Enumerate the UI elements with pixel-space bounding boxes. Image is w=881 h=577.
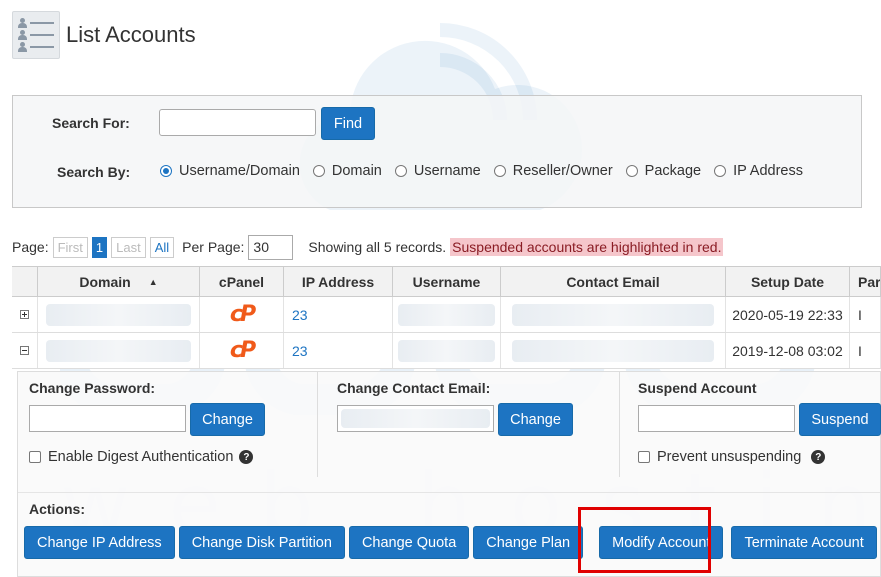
- suspend-button[interactable]: Suspend: [799, 403, 881, 436]
- search-panel: Search For: Find Search By: Username/Dom…: [12, 95, 862, 208]
- radio-domain[interactable]: Domain: [312, 163, 382, 179]
- column-header-ip-address[interactable]: IP Address: [284, 267, 393, 296]
- change-password-button[interactable]: Change: [190, 403, 265, 436]
- current-page-button[interactable]: 1: [91, 236, 108, 258]
- prevent-unsuspending-option[interactable]: Prevent unsuspending ?: [638, 449, 826, 465]
- radio-icon[interactable]: [714, 165, 727, 177]
- expand-row-icon[interactable]: [20, 310, 29, 319]
- ip-address-cell[interactable]: 23: [284, 297, 393, 332]
- digest-auth-option[interactable]: Enable Digest Authentication ?: [29, 449, 254, 465]
- column-header-username[interactable]: Username: [393, 267, 501, 296]
- digest-auth-checkbox[interactable]: [29, 451, 41, 463]
- table-row: cP 23 2019-12-08 03:02 I: [12, 333, 881, 369]
- username-cell-redacted: [398, 339, 495, 362]
- partition-cell: I: [850, 333, 881, 368]
- suspended-note: Suspended accounts are highlighted in re…: [450, 238, 724, 256]
- contact-email-input[interactable]: [337, 405, 494, 432]
- column-header-partition[interactable]: Par: [850, 267, 881, 296]
- domain-cell-redacted[interactable]: [46, 339, 191, 362]
- new-password-input[interactable]: [29, 405, 186, 432]
- radio-icon[interactable]: [312, 165, 325, 177]
- radio-icon[interactable]: [625, 165, 638, 177]
- cpanel-logo-icon[interactable]: cP: [230, 302, 256, 327]
- sort-ascending-icon: ▲: [148, 276, 158, 287]
- first-page-button[interactable]: First: [52, 236, 88, 258]
- table-row: cP 23 2020-05-19 22:33 I: [12, 297, 881, 333]
- per-page-label: Per Page:: [182, 239, 245, 255]
- actions-toolbar: Change IP Address Change Disk Partition …: [24, 526, 877, 559]
- records-count-text: Showing all 5 records.: [308, 239, 447, 255]
- page-header: List Accounts: [12, 10, 196, 60]
- radio-selected-icon[interactable]: [160, 165, 172, 177]
- column-header-contact-email[interactable]: Contact Email: [501, 267, 726, 296]
- all-pages-button[interactable]: All: [149, 236, 175, 258]
- change-ip-address-button[interactable]: Change IP Address: [24, 526, 175, 559]
- setup-date-cell: 2019-12-08 03:02: [726, 333, 850, 368]
- change-email-button[interactable]: Change: [498, 403, 573, 436]
- suspend-reason-input[interactable]: [638, 405, 795, 432]
- cpanel-logo-icon[interactable]: cP: [230, 338, 256, 363]
- radio-reseller-owner[interactable]: Reseller/Owner: [493, 163, 613, 179]
- page-label: Page:: [12, 239, 49, 255]
- change-disk-partition-button[interactable]: Change Disk Partition: [178, 526, 345, 559]
- search-for-label: Search For:: [52, 115, 130, 131]
- page-title: List Accounts: [66, 22, 196, 47]
- terminate-account-button[interactable]: Terminate Account: [731, 526, 877, 559]
- suspend-account-label: Suspend Account: [638, 380, 757, 396]
- change-password-label: Change Password:: [29, 380, 156, 396]
- email-value-redacted: [341, 409, 490, 428]
- change-plan-button[interactable]: Change Plan: [473, 526, 584, 559]
- search-input[interactable]: [159, 109, 316, 136]
- column-header-domain[interactable]: Domain ▲: [38, 267, 200, 296]
- actions-label: Actions:: [29, 501, 85, 517]
- change-quota-button[interactable]: Change Quota: [348, 526, 470, 559]
- domain-cell-redacted[interactable]: [46, 303, 191, 326]
- account-actions-panel: Change Password: Change Enable Digest Au…: [17, 371, 881, 577]
- radio-package[interactable]: Package: [625, 163, 701, 179]
- ip-address-cell[interactable]: 23: [284, 333, 393, 368]
- radio-icon[interactable]: [394, 165, 407, 177]
- last-page-button[interactable]: Last: [111, 236, 146, 258]
- accounts-table: Domain ▲ cPanel IP Address Username Conta…: [12, 266, 881, 369]
- column-header-setup-date[interactable]: Setup Date: [726, 267, 850, 296]
- pagination-bar: Page: First 1 Last All Per Page: 30 Show…: [12, 234, 724, 260]
- change-email-label: Change Contact Email:: [337, 380, 491, 396]
- radio-icon[interactable]: [493, 165, 506, 177]
- modify-account-highlight: [578, 507, 711, 573]
- radio-username-domain[interactable]: Username/Domain: [160, 163, 300, 179]
- column-header-toggle: [12, 267, 38, 296]
- email-cell-redacted: [512, 303, 714, 326]
- search-by-label: Search By:: [57, 164, 131, 180]
- help-icon[interactable]: ?: [811, 450, 826, 464]
- partition-cell: I: [850, 297, 881, 332]
- search-by-radio-group: Username/Domain Domain Username Reseller…: [160, 163, 816, 179]
- column-header-cpanel[interactable]: cPanel: [200, 267, 284, 296]
- username-cell-redacted: [398, 303, 495, 326]
- radio-ip-address[interactable]: IP Address: [714, 163, 803, 179]
- collapse-row-icon[interactable]: [20, 346, 29, 355]
- list-accounts-icon: [12, 11, 60, 59]
- find-button[interactable]: Find: [321, 107, 375, 140]
- per-page-input[interactable]: 30: [248, 234, 294, 260]
- help-icon[interactable]: ?: [239, 450, 254, 464]
- email-cell-redacted: [512, 339, 714, 362]
- setup-date-cell: 2020-05-19 22:33: [726, 297, 850, 332]
- table-header: Domain ▲ cPanel IP Address Username Conta…: [12, 266, 881, 297]
- prevent-unsuspending-checkbox[interactable]: [638, 451, 650, 463]
- radio-username[interactable]: Username: [394, 163, 481, 179]
